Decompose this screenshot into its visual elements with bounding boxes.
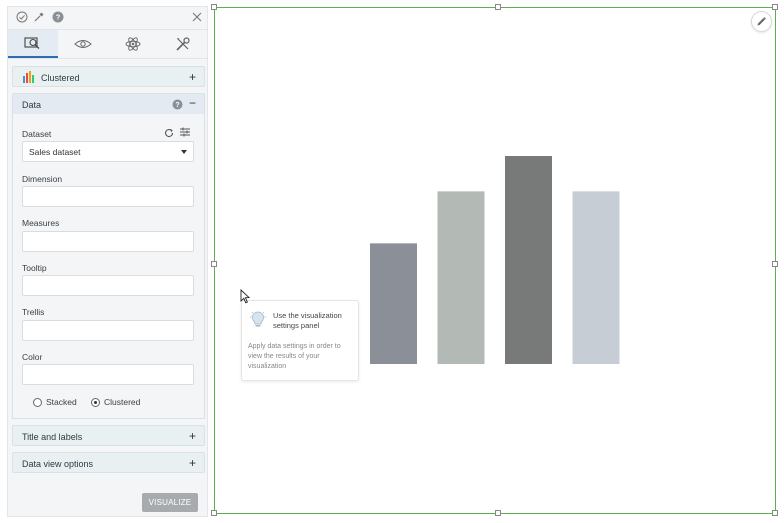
mouse-cursor-icon <box>240 289 250 304</box>
hint-description: Apply data settings in order to view the… <box>248 343 341 370</box>
hint-title: Use the visualization settings panel <box>273 311 342 330</box>
chart-bar-4 <box>572 191 620 364</box>
lightbulb-icon <box>250 311 266 327</box>
chart-bar-3 <box>505 156 552 364</box>
chart-bar-1 <box>370 243 417 364</box>
placeholder-bar-chart <box>370 156 620 364</box>
chart-bar-2 <box>437 191 485 364</box>
hint-card: Use the visualization settings panel App… <box>241 300 359 381</box>
